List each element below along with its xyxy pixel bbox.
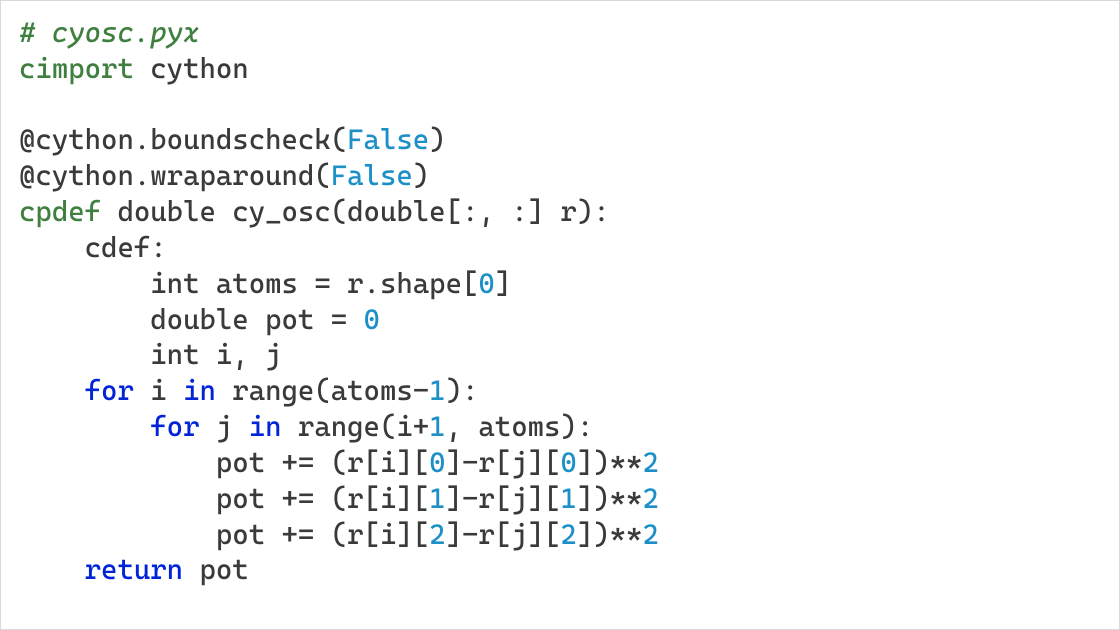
code-token: ] [446, 482, 462, 515]
code-token: = [331, 303, 364, 336]
code-line: for i in range(atoms-1): [19, 373, 1101, 409]
code-token: cpdef [19, 195, 101, 228]
code-token: ) [429, 123, 445, 156]
code-token: . [134, 159, 150, 192]
code-token: 1 [429, 482, 445, 515]
code-token: 2 [560, 518, 576, 551]
code-token: # cyosc.pyx [19, 16, 199, 49]
code-token: - [462, 446, 478, 479]
code-token: 2 [642, 482, 658, 515]
code-token: wraparound [150, 159, 314, 192]
code-token: 2 [642, 446, 658, 479]
code-token: cython [134, 52, 249, 85]
code-block: # cyosc.pyxcimport cython @cython.bounds… [0, 0, 1120, 630]
code-token: in [249, 410, 282, 443]
code-line [19, 87, 1101, 123]
code-token: shape[ [380, 267, 478, 300]
code-token: - [462, 518, 478, 551]
code-token: ( [314, 159, 330, 192]
code-token: cdef: [85, 231, 167, 264]
code-token: 1 [560, 482, 576, 515]
code-token: ( [331, 123, 347, 156]
code-token: (r[i][ [314, 446, 429, 479]
code-line: @cython.wraparound(False) [19, 158, 1101, 194]
code-token: pot [216, 518, 282, 551]
code-line: @cython.boundscheck(False) [19, 122, 1101, 158]
code-token: 1 [429, 410, 445, 443]
code-token: ** [610, 446, 643, 479]
code-token: ]) [577, 518, 610, 551]
code-token: ] [495, 267, 511, 300]
code-token: (r[i][ [314, 482, 429, 515]
code-line: cpdef double cy_osc(double[:, :] r): [19, 194, 1101, 230]
code-token: . [364, 267, 380, 300]
code-token: range(i [282, 410, 413, 443]
code-token: False [347, 123, 429, 156]
code-token: ] [446, 518, 462, 551]
code-token: , atoms): [446, 410, 594, 443]
code-token: range(atoms [216, 374, 413, 407]
code-token: 2 [642, 518, 658, 551]
code-token: False [331, 159, 413, 192]
code-line: # cyosc.pyx [19, 15, 1101, 51]
code-token: ]) [577, 446, 610, 479]
code-token: pot [216, 482, 282, 515]
code-token: - [462, 482, 478, 515]
code-token: i [134, 374, 183, 407]
code-token: 2 [429, 518, 445, 551]
code-token: @cython [19, 123, 134, 156]
code-token: return [85, 553, 183, 586]
code-token: ] [446, 446, 462, 479]
code-token: r[j][ [478, 482, 560, 515]
code-line: return pot [19, 552, 1101, 588]
code-token: 0 [364, 303, 380, 336]
code-token: int i, j [150, 338, 281, 371]
code-token: ) [413, 159, 429, 192]
code-token: 0 [560, 446, 576, 479]
code-token: = [314, 267, 347, 300]
code-line: for j in range(i+1, atoms): [19, 409, 1101, 445]
code-token: + [413, 410, 429, 443]
code-token: for [150, 410, 199, 443]
code-token: pot [183, 553, 249, 586]
code-line: double pot = 0 [19, 302, 1101, 338]
code-token: cimport [19, 52, 134, 85]
code-line: int atoms = r.shape[0] [19, 266, 1101, 302]
code-token: j [199, 410, 248, 443]
code-line: int i, j [19, 337, 1101, 373]
code-token: 0 [429, 446, 445, 479]
code-token: 0 [478, 267, 494, 300]
code-token: r [347, 267, 363, 300]
code-token: (r[i][ [314, 518, 429, 551]
code-token: @cython [19, 159, 134, 192]
code-token: - [413, 374, 429, 407]
code-token: += [282, 482, 315, 515]
code-line: pot += (r[i][0]-r[j][0])**2 [19, 445, 1101, 481]
code-line: cimport cython [19, 51, 1101, 87]
code-token: += [282, 446, 315, 479]
code-token: ): [446, 374, 479, 407]
code-token: int atoms [150, 267, 314, 300]
code-token: r[j][ [478, 518, 560, 551]
code-token: pot [216, 446, 282, 479]
code-token: r[j][ [478, 446, 560, 479]
code-token: += [282, 518, 315, 551]
code-token: ]) [577, 482, 610, 515]
code-token: double pot [150, 303, 330, 336]
code-token: for [85, 374, 134, 407]
code-token: ** [610, 518, 643, 551]
code-line: pot += (r[i][2]-r[j][2])**2 [19, 517, 1101, 553]
code-line: cdef: [19, 230, 1101, 266]
code-token: 1 [429, 374, 445, 407]
code-line: pot += (r[i][1]-r[j][1])**2 [19, 481, 1101, 517]
code-token: double cy_osc(double[:, :] r): [101, 195, 610, 228]
code-token: . [134, 123, 150, 156]
code-token: in [183, 374, 216, 407]
code-token: boundscheck [150, 123, 330, 156]
code-token: ** [610, 482, 643, 515]
